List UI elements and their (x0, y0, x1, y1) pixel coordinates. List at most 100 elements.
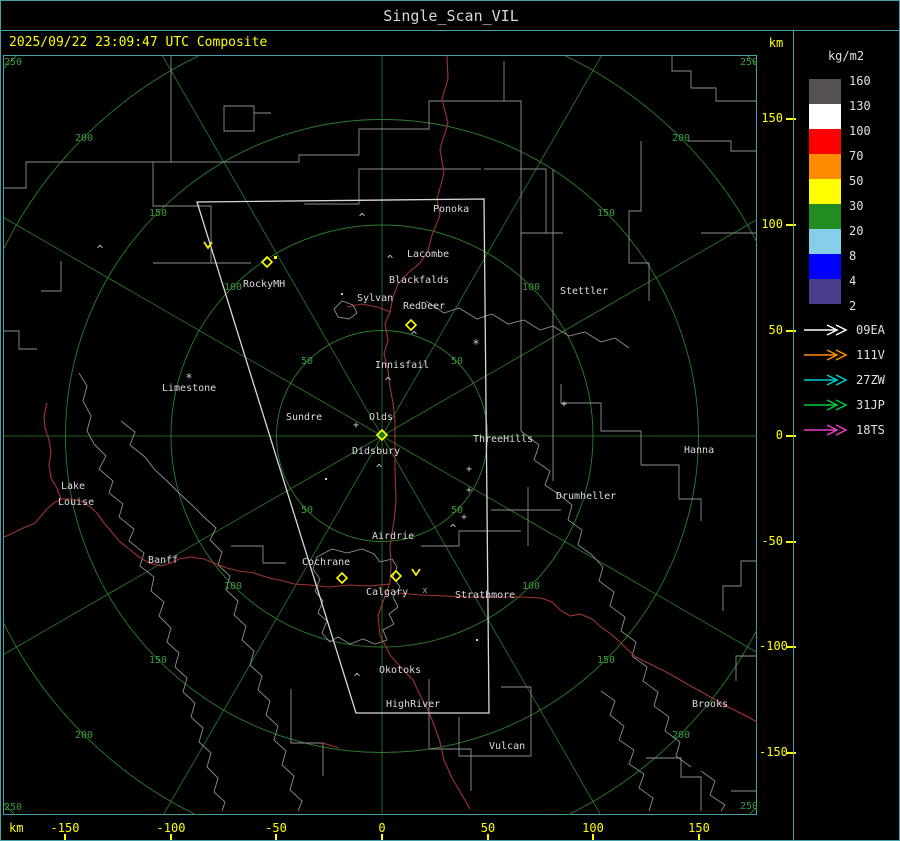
caret-marker: ^ (359, 211, 366, 224)
panel-divider (793, 31, 794, 840)
track-id-label: 111V (856, 348, 885, 362)
range-ring-label: 200 (75, 730, 93, 741)
track-id-label: 27ZW (856, 373, 885, 387)
legend-panel: kg/m2 160 130 100 70 50 30 20 8 4 2 09EA 111V 27ZW 3… (795, 31, 899, 840)
range-ring-label: 100 (522, 581, 540, 592)
range-ring-label: 100 (522, 282, 540, 293)
azimuth-line-240 (162, 435, 383, 815)
range-ring-label: 50 (301, 356, 313, 367)
bottom-axis-tick (592, 834, 594, 840)
vil-scale-swatch (809, 204, 841, 229)
range-ring-label: 50 (451, 356, 463, 367)
window-title: Single_Scan_VIL (383, 6, 519, 25)
caret-marker: ^ (387, 253, 394, 266)
range-ring-label: 150 (597, 655, 615, 666)
city-label-drumheller: Drumheller (556, 491, 616, 502)
city-label-sundre: Sundre (286, 412, 322, 423)
right-axis-tick-label: -100 (759, 639, 788, 653)
plus-marker: + (466, 485, 472, 496)
range-ring-label: 250 (740, 57, 757, 68)
city-label-stettler: Stettler (560, 286, 608, 297)
diamond-marker (389, 569, 403, 583)
city-label-threehills: ThreeHills (473, 434, 533, 445)
city-label-didsbury: Didsbury (352, 446, 400, 457)
storm-track-row: 18TS (803, 423, 885, 437)
range-ring-label: 150 (597, 208, 615, 219)
diamond-marker (260, 255, 274, 269)
right-distance-axis: 150 100 50 0 -50 -100 -150 (759, 55, 796, 815)
range-ring-label: 200 (672, 133, 690, 144)
city-label-rockymh: RockyMH (243, 279, 285, 290)
dot-marker (476, 639, 478, 641)
window-title-bar: Single_Scan_VIL (1, 1, 899, 31)
vil-scale-swatch (809, 154, 841, 179)
right-axis-tick-label: 50 (768, 323, 783, 337)
city-label-okotoks: Okotoks (379, 665, 421, 676)
range-ring-label: 150 (149, 655, 167, 666)
azimuth-line-120 (162, 56, 383, 437)
azimuth-line-300 (381, 435, 602, 815)
track-arrow-icon (804, 373, 848, 386)
xmark-marker: x (422, 586, 428, 596)
star-marker: * (185, 371, 192, 385)
bottom-axis-tick-label: -100 (156, 821, 186, 835)
bottom-axis-tick (275, 834, 277, 840)
right-axis-tick-label: 150 (761, 111, 783, 125)
timestamp-label: 2025/09/22 23:09:47 UTC Composite (9, 35, 268, 50)
track-id-label: 09EA (856, 323, 885, 337)
bottom-axis-tick (381, 834, 383, 840)
diamond-filled-marker (375, 428, 389, 442)
range-ring-label: 250 (4, 57, 22, 68)
caret-marker: ^ (354, 671, 361, 684)
range-ring-label: 200 (672, 730, 690, 741)
city-label-innisfail: Innisfail (375, 360, 429, 371)
range-ring-label: 100 (224, 581, 242, 592)
vil-scale-value: 70 (849, 149, 864, 163)
caret-marker: ^ (376, 462, 383, 475)
right-axis-tick-label: -150 (759, 745, 788, 759)
app-window: Single_Scan_VIL 2025/09/22 23:09:47 UTC … (0, 0, 900, 841)
city-label-reddeer: RedDeer (403, 301, 445, 312)
chevron-marker (411, 568, 421, 577)
storm-track-row: 111V (803, 348, 885, 362)
bottom-axis-tick-label: 100 (582, 821, 604, 835)
radar-map-canvas[interactable]: 50 5050 50100 100100 100150 150150 150200 20020… (4, 56, 757, 815)
range-ring-label: 200 (75, 133, 93, 144)
diamond-marker (335, 571, 349, 585)
city-label-vulcan: Vulcan (489, 741, 525, 752)
track-arrow-icon (804, 348, 848, 361)
azimuth-line-60 (381, 56, 602, 437)
vil-scale-value: 50 (849, 174, 864, 188)
track-arrow-icon (804, 323, 848, 336)
city-label-highriver: HighRiver (386, 699, 440, 710)
bottom-axis-tick-label: 0 (378, 821, 386, 835)
plus-marker: + (466, 464, 472, 475)
caret-marker: ^ (385, 375, 392, 388)
bottom-axis-tick-label: -50 (265, 821, 287, 835)
caret-marker: ^ (411, 329, 418, 342)
bottom-axis-tick-label: 50 (480, 821, 496, 835)
city-label-olds: Olds (369, 412, 393, 423)
city-label-blackfalds: Blackfalds (389, 275, 449, 286)
city-label-lacombe: Lacombe (407, 249, 449, 260)
city-label-cochrane: Cochrane (302, 557, 350, 568)
right-axis-tick-label: 100 (761, 217, 783, 231)
bottom-axis-tick-label: -150 (50, 821, 80, 835)
city-labels: Ponoka Lacombe Blackfalds Sylvan RedDeer Inni… (58, 204, 728, 752)
vil-scale-value: 30 (849, 199, 864, 213)
bottom-axis-tick (64, 834, 66, 840)
plus-marker: + (561, 399, 567, 410)
vil-scale-swatch (809, 104, 841, 129)
legend-unit-label: kg/m2 (827, 49, 865, 63)
vil-scale-value: 2 (849, 299, 857, 313)
vil-scale-swatch (809, 254, 841, 279)
dot-marker (325, 478, 327, 480)
vil-scale-swatch (809, 79, 841, 104)
storm-track-row: 09EA (803, 323, 885, 337)
vil-scale-swatch (809, 179, 841, 204)
vil-scale-swatch (809, 129, 841, 154)
bottom-axis-tick (698, 834, 700, 840)
bottom-axis-tick (170, 834, 172, 840)
ydot-marker (274, 256, 277, 259)
right-axis-unit-label: km (768, 36, 784, 50)
